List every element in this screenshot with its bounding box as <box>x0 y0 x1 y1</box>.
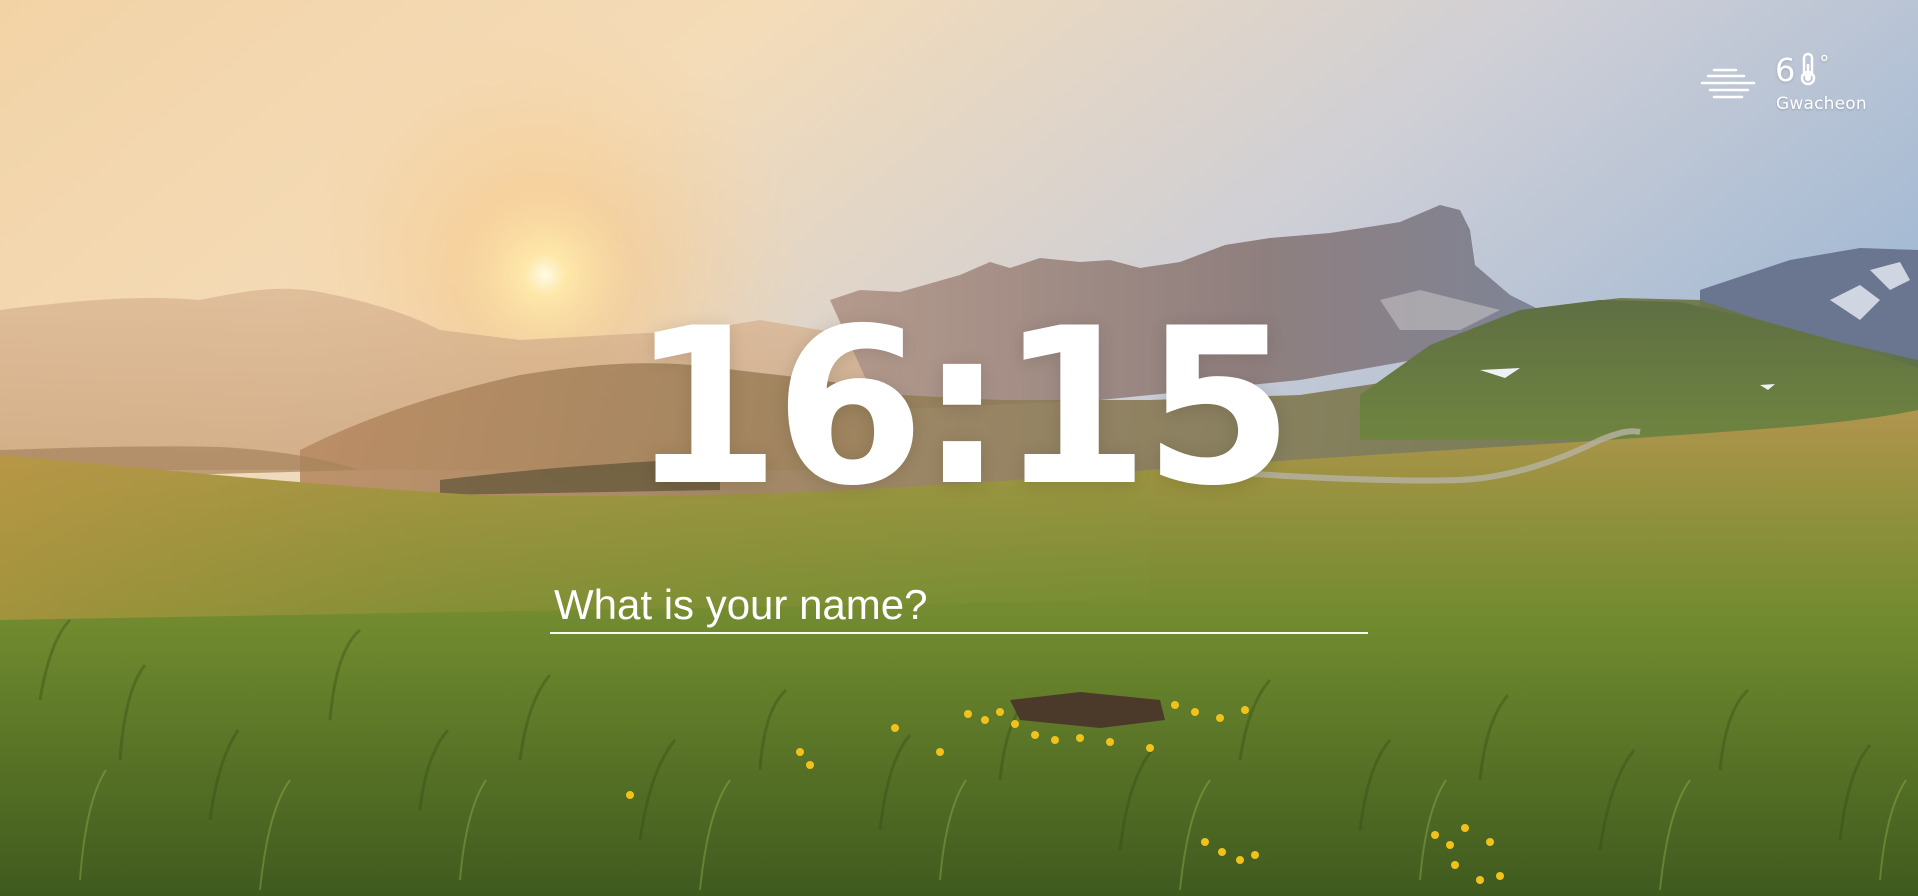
weather-location: Gwacheon <box>1776 94 1867 114</box>
weather-widget[interactable]: 6 ° Gwacheon <box>1690 52 1880 122</box>
name-input[interactable] <box>550 578 1368 634</box>
weather-temperature: 6 ° <box>1775 52 1829 88</box>
degree-symbol: ° <box>1819 51 1830 75</box>
greeting-form <box>550 578 1370 638</box>
fog-icon <box>1700 68 1756 99</box>
temperature-value: 6 <box>1775 51 1796 89</box>
clock-time: 16:15 <box>630 282 1294 533</box>
thermometer-icon <box>1801 52 1816 86</box>
